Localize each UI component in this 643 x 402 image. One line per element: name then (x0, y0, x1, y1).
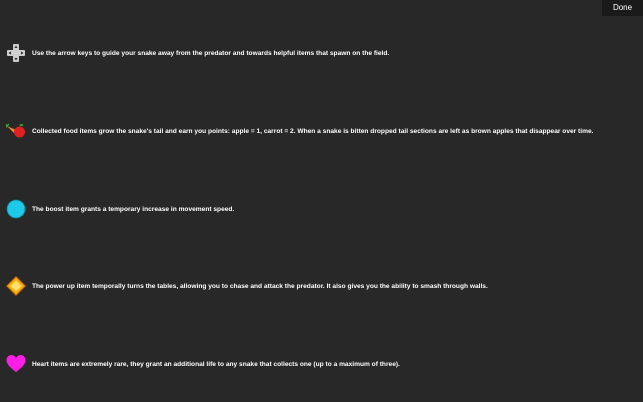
help-screen: Done Use the arrow keys to guide your sn… (0, 0, 643, 402)
instruction-text: Collected food items grow the snake's ta… (32, 127, 594, 135)
done-button[interactable]: Done (602, 0, 643, 16)
instruction-power-up: The power up item temporally turns the t… (6, 275, 488, 297)
instruction-arrow-keys: Use the arrow keys to guide your snake a… (6, 42, 389, 64)
instruction-heart: Heart items are extremely rare, they gra… (6, 353, 400, 375)
food-items-icon (6, 121, 26, 141)
arrow-keys-icon (6, 43, 26, 63)
heart-icon (6, 354, 26, 374)
instruction-text: The power up item temporally turns the t… (32, 282, 488, 290)
power-up-icon (6, 276, 26, 296)
instruction-food-items: Collected food items grow the snake's ta… (6, 120, 593, 142)
boost-icon (6, 199, 26, 219)
instruction-text: Heart items are extremely rare, they gra… (32, 360, 400, 368)
instruction-text: The boost item grants a temporary increa… (32, 205, 235, 213)
instruction-boost: The boost item grants a temporary increa… (6, 198, 234, 220)
instruction-text: Use the arrow keys to guide your snake a… (32, 49, 390, 57)
